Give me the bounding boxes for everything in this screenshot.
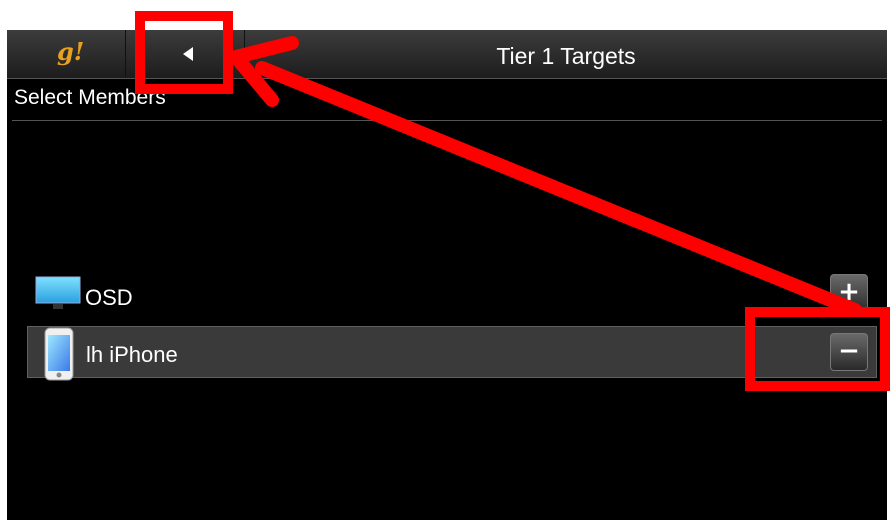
back-button-highlight bbox=[135, 11, 233, 94]
annotation-overlay bbox=[135, 11, 890, 391]
remove-button-highlight bbox=[745, 307, 890, 391]
annotation-arrow-line bbox=[255, 61, 862, 317]
